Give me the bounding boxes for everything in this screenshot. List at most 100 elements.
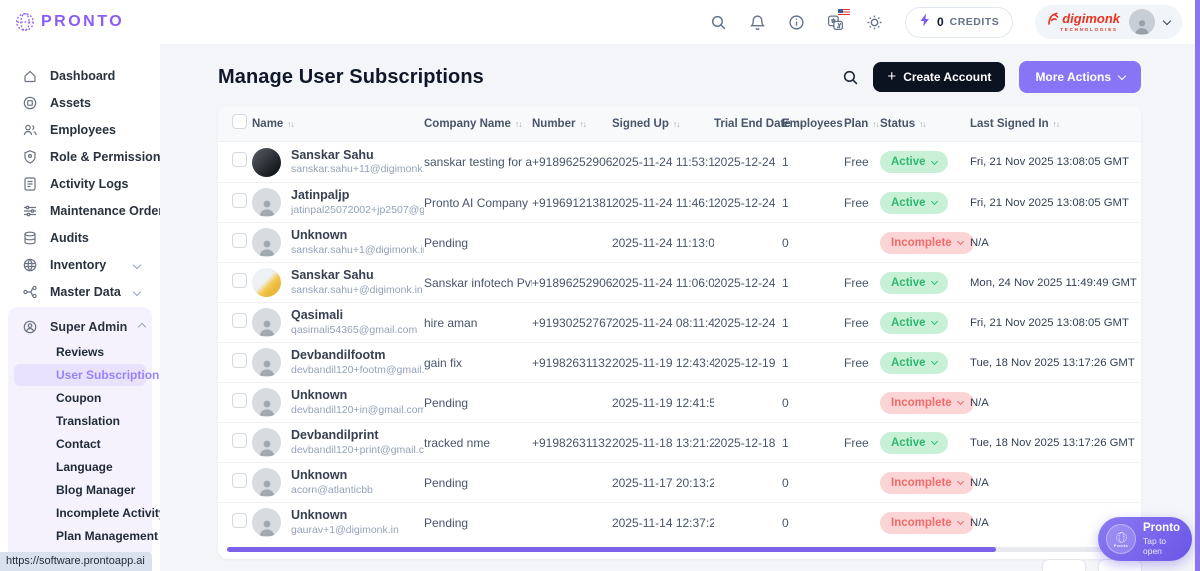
sidebar-item-super-admin[interactable]: Super Admin: [8, 313, 152, 340]
user-email: devbandil120+in@gmail.com: [291, 403, 424, 416]
column-header-name[interactable]: Name ↑↓: [252, 118, 424, 130]
column-header-last-signed-in[interactable]: Last Signed In ↑↓: [970, 118, 1141, 130]
theme-sun-icon[interactable]: [866, 14, 883, 31]
sidebar-subitem-language[interactable]: Language: [14, 456, 146, 478]
trial-end-date-cell: 2025-12-18: [714, 435, 776, 450]
column-header-employees[interactable]: Employees ↑↓: [782, 118, 854, 130]
sidebar-subitem-blog-manager[interactable]: Blog Manager: [14, 479, 146, 501]
sort-icon[interactable]: ↑↓: [1053, 119, 1060, 129]
sort-icon[interactable]: ↑↓: [515, 119, 522, 129]
info-icon[interactable]: [788, 14, 805, 31]
status-label: Incomplete: [891, 396, 952, 409]
table-body: Sanskar Sahu sanskar.sahu+11@digimonk.in…: [218, 142, 1141, 542]
column-header-signed-up[interactable]: Signed Up ↑↓: [612, 118, 714, 130]
chat-icon-label: Pronto: [1113, 543, 1129, 548]
sidebar-subitem-plan-management[interactable]: Plan Management: [14, 525, 158, 547]
sidebar-subitem-user-subscription[interactable]: User Subscription: [14, 364, 159, 386]
trial-end-date-cell: 2025-12-24: [714, 195, 776, 210]
app-logo[interactable]: PRONTO: [14, 11, 124, 33]
topbar-actions: 0 CREDITS digimonk TECHNOLOGIES: [710, 5, 1182, 39]
row-checkbox[interactable]: [232, 392, 247, 408]
user-name: Sanskar Sahu: [291, 147, 374, 162]
sidebar-item-audits[interactable]: Audits: [8, 224, 152, 251]
sort-icon[interactable]: ↑↓: [287, 119, 294, 129]
sort-icon[interactable]: ↑↓: [579, 119, 586, 129]
signed-up-cell: 2025-11-19 12:43:44: [612, 355, 714, 370]
row-checkbox[interactable]: [232, 192, 247, 208]
sidebar-item-inventory[interactable]: Inventory: [8, 251, 152, 278]
status-badge[interactable]: Active: [880, 271, 948, 294]
plan-cell: Free: [844, 155, 869, 169]
status-badge[interactable]: Incomplete: [880, 231, 974, 254]
status-badge[interactable]: Incomplete: [880, 471, 974, 494]
sidebar-subitem-reviews[interactable]: Reviews: [14, 341, 146, 363]
chevron-down-icon: [930, 157, 938, 165]
sidebar-item-maintenance-order[interactable]: Maintenance Order: [8, 197, 163, 224]
previous-page-button[interactable]: [1042, 559, 1086, 571]
user-avatar: [252, 428, 281, 457]
user-name: Unknown: [291, 228, 348, 243]
status-badge[interactable]: Active: [880, 191, 948, 214]
employees-cell: 1: [782, 355, 789, 370]
row-checkbox[interactable]: [232, 352, 247, 368]
column-header-plan[interactable]: Plan ↑↓: [844, 118, 880, 130]
credits-pill[interactable]: 0 CREDITS: [904, 6, 1014, 38]
row-checkbox[interactable]: [232, 432, 247, 448]
employees-cell: 0: [782, 515, 789, 530]
chevron-down-icon: [956, 517, 964, 526]
row-checkbox[interactable]: [232, 472, 247, 488]
chat-widget[interactable]: Pronto Pronto Tap to open: [1098, 517, 1192, 561]
column-header-number[interactable]: Number ↑↓: [532, 118, 612, 130]
org-name: digimonk: [1062, 11, 1120, 27]
notifications-bell-icon[interactable]: [749, 14, 766, 31]
page-scrollbar[interactable]: [1195, 0, 1200, 571]
sidebar-subitem-coupon[interactable]: Coupon: [14, 387, 146, 409]
user-avatar: [252, 188, 281, 217]
trial-end-date-cell: 2025-12-19: [714, 355, 776, 370]
number-cell: +918962529063: [532, 275, 612, 290]
table-horizontal-scrollbar[interactable]: [227, 547, 997, 552]
row-checkbox[interactable]: [232, 272, 247, 288]
user-avatar: [252, 268, 281, 297]
search-icon[interactable]: [710, 14, 727, 31]
sort-icon[interactable]: ↑↓: [673, 119, 680, 129]
trial-end-date-cell: 2025-12-24: [714, 315, 776, 330]
status-badge[interactable]: Active: [880, 431, 948, 454]
select-all-checkbox[interactable]: [232, 113, 247, 129]
sort-icon[interactable]: ↑↓: [872, 119, 879, 129]
last-signed-in-cell: Fri, 21 Nov 2025 13:08:05 GMT: [970, 316, 1129, 329]
table-search-icon[interactable]: [842, 69, 859, 86]
pronto-globe-icon: [14, 11, 36, 33]
status-badge[interactable]: Incomplete: [880, 511, 974, 534]
sidebar-item-assets[interactable]: Assets: [8, 89, 152, 116]
status-badge[interactable]: Incomplete: [880, 391, 974, 414]
more-actions-button[interactable]: More Actions: [1019, 61, 1141, 93]
column-header-company-name[interactable]: Company Name ↑↓: [424, 118, 532, 130]
sort-icon[interactable]: ↑↓: [919, 119, 926, 129]
column-header-status[interactable]: Status ↑↓: [880, 118, 970, 130]
status-badge[interactable]: Active: [880, 351, 948, 374]
company-name-cell: tracked nme: [424, 435, 491, 450]
row-checkbox[interactable]: [232, 152, 247, 167]
create-account-button[interactable]: + Create Account: [873, 62, 1006, 92]
status-badge[interactable]: Active: [880, 151, 948, 173]
table-row: Qasimali qasimali54365@gmail.com hire am…: [218, 302, 1141, 342]
profile-menu[interactable]: digimonk TECHNOLOGIES: [1035, 5, 1182, 39]
row-checkbox[interactable]: [232, 232, 247, 248]
sidebar-subitem-incomplete-activity[interactable]: Incomplete Activity: [14, 502, 166, 524]
sidebar-item-role-permission[interactable]: Role & Permission: [8, 143, 160, 170]
sidebar-subitem-contact[interactable]: Contact: [14, 433, 146, 455]
row-checkbox[interactable]: [232, 512, 247, 528]
column-header-trial-end-date[interactable]: Trial End Date ↑↓: [714, 118, 802, 130]
user-avatar: [252, 308, 281, 337]
sidebar-item-dashboard[interactable]: Dashboard: [8, 62, 152, 89]
chevron-down-icon: [132, 260, 142, 269]
translate-icon[interactable]: [827, 8, 850, 31]
sidebar-subitem-translation[interactable]: Translation: [14, 410, 146, 432]
sidebar-item-activity-logs[interactable]: Activity Logs: [8, 170, 152, 197]
sidebar-item-master-data[interactable]: Master Data: [8, 278, 152, 305]
company-name-cell: gain fix: [424, 355, 463, 370]
sidebar-item-employees[interactable]: Employees: [8, 116, 152, 143]
row-checkbox[interactable]: [232, 312, 247, 328]
status-badge[interactable]: Active: [880, 311, 948, 334]
